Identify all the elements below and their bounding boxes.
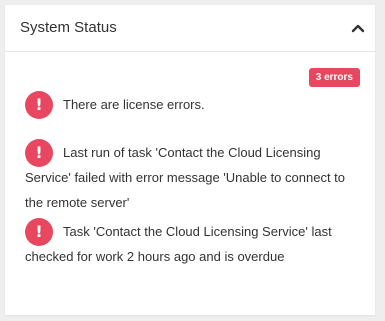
alert-message: Task 'Contact the Cloud Licensing Servic… — [25, 224, 332, 264]
alert-message: There are license errors. — [63, 97, 205, 112]
chevron-up-icon — [351, 24, 365, 33]
error-count-badge: 3 errors — [308, 68, 360, 87]
system-status-panel: System Status 3 errors ! There are licen… — [5, 5, 375, 315]
alert-message: Last run of task 'Contact the Cloud Lice… — [25, 145, 346, 210]
panel-header: System Status — [5, 5, 375, 52]
panel-title: System Status — [20, 19, 117, 36]
collapse-button[interactable] — [347, 17, 369, 39]
